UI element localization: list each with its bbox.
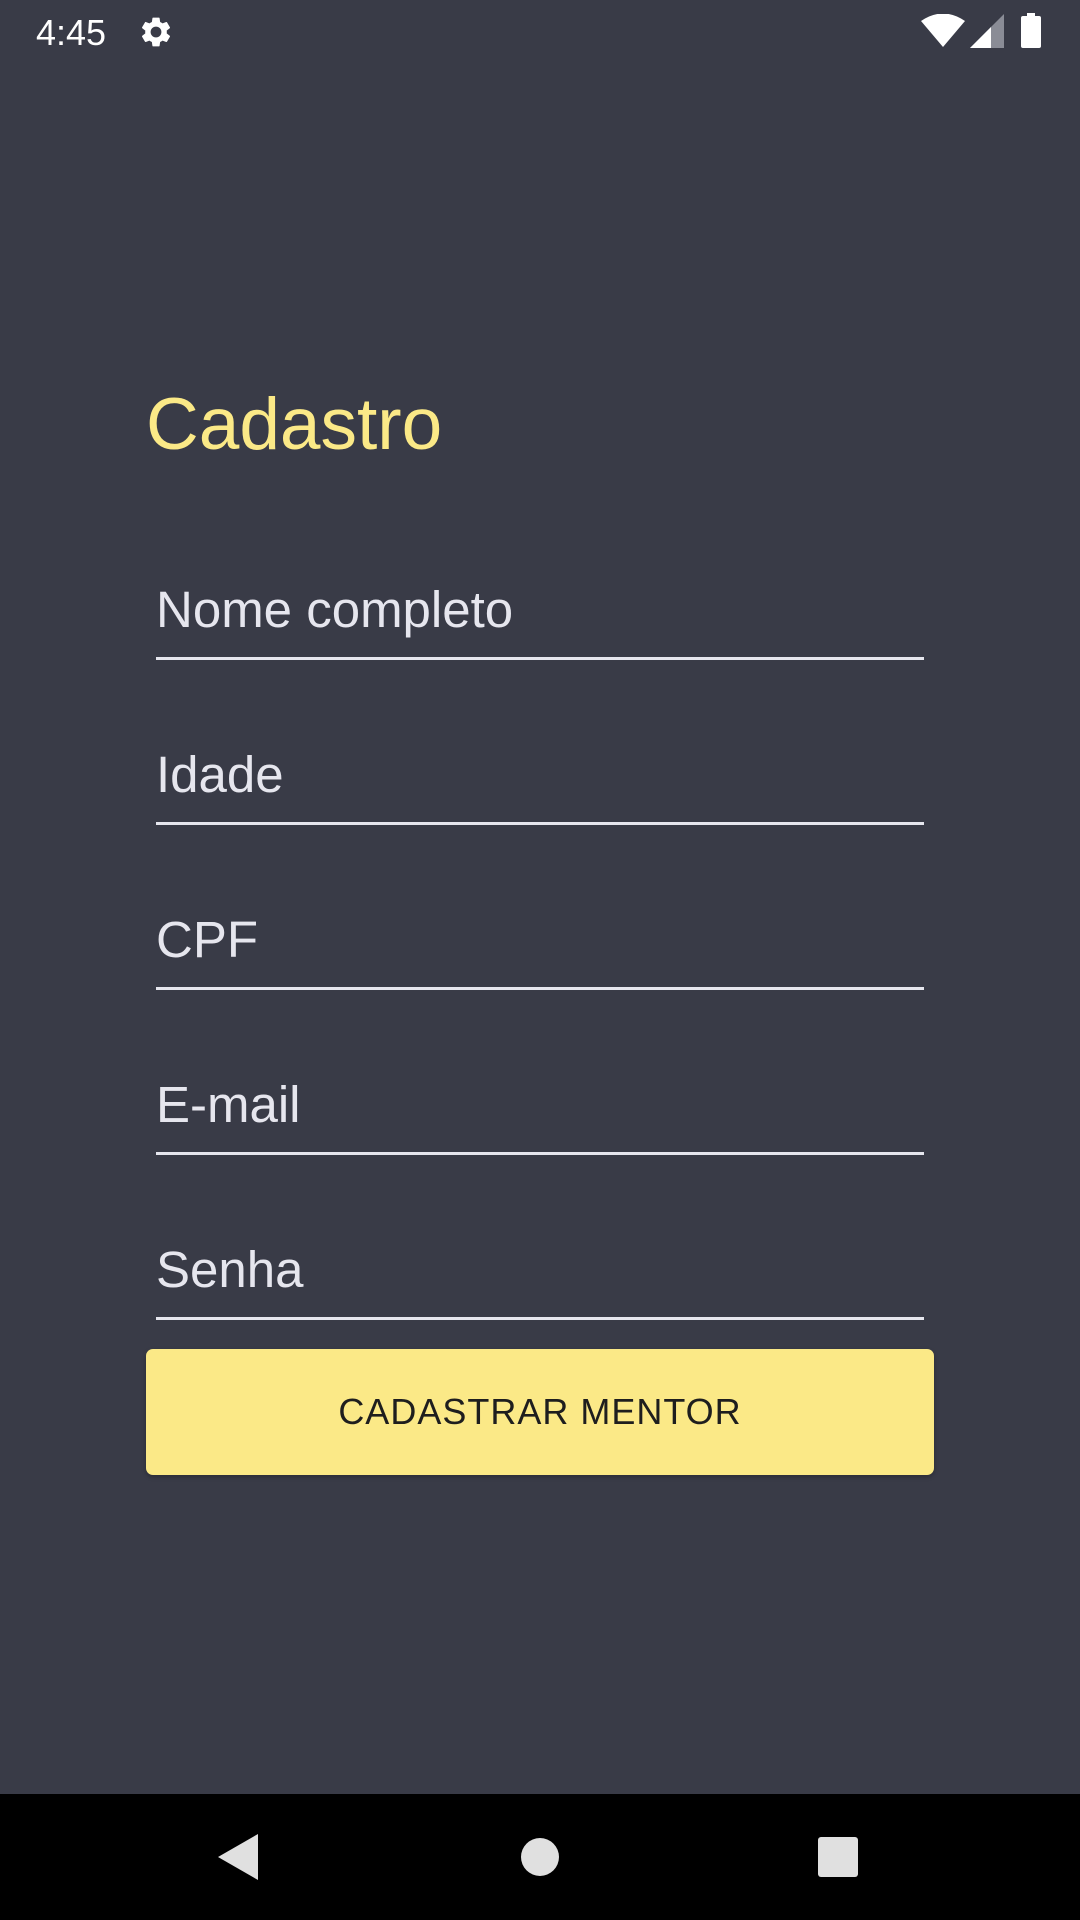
- wifi-icon: [921, 14, 965, 47]
- email-input[interactable]: [156, 1075, 924, 1134]
- password-input[interactable]: [156, 1240, 924, 1299]
- full-name-input[interactable]: [156, 580, 924, 639]
- cpf-field[interactable]: [156, 877, 924, 990]
- age-field[interactable]: [156, 712, 924, 825]
- status-bar: 4:45: [0, 0, 1080, 63]
- battery-icon: [1021, 13, 1041, 48]
- full-name-field[interactable]: [156, 547, 924, 660]
- home-icon[interactable]: [520, 1837, 560, 1877]
- back-icon[interactable]: [218, 1834, 258, 1880]
- page-title: Cadastro: [146, 384, 443, 465]
- cpf-input[interactable]: [156, 910, 924, 969]
- email-field[interactable]: [156, 1042, 924, 1155]
- register-mentor-button[interactable]: CADASTRAR MENTOR: [146, 1349, 934, 1475]
- recents-icon[interactable]: [818, 1837, 858, 1877]
- navigation-bar: [0, 1794, 1080, 1920]
- password-field[interactable]: [156, 1207, 924, 1320]
- gear-icon: [141, 17, 171, 47]
- status-time: 4:45: [36, 12, 107, 53]
- cell-signal-icon: [970, 14, 1004, 48]
- age-input[interactable]: [156, 745, 924, 804]
